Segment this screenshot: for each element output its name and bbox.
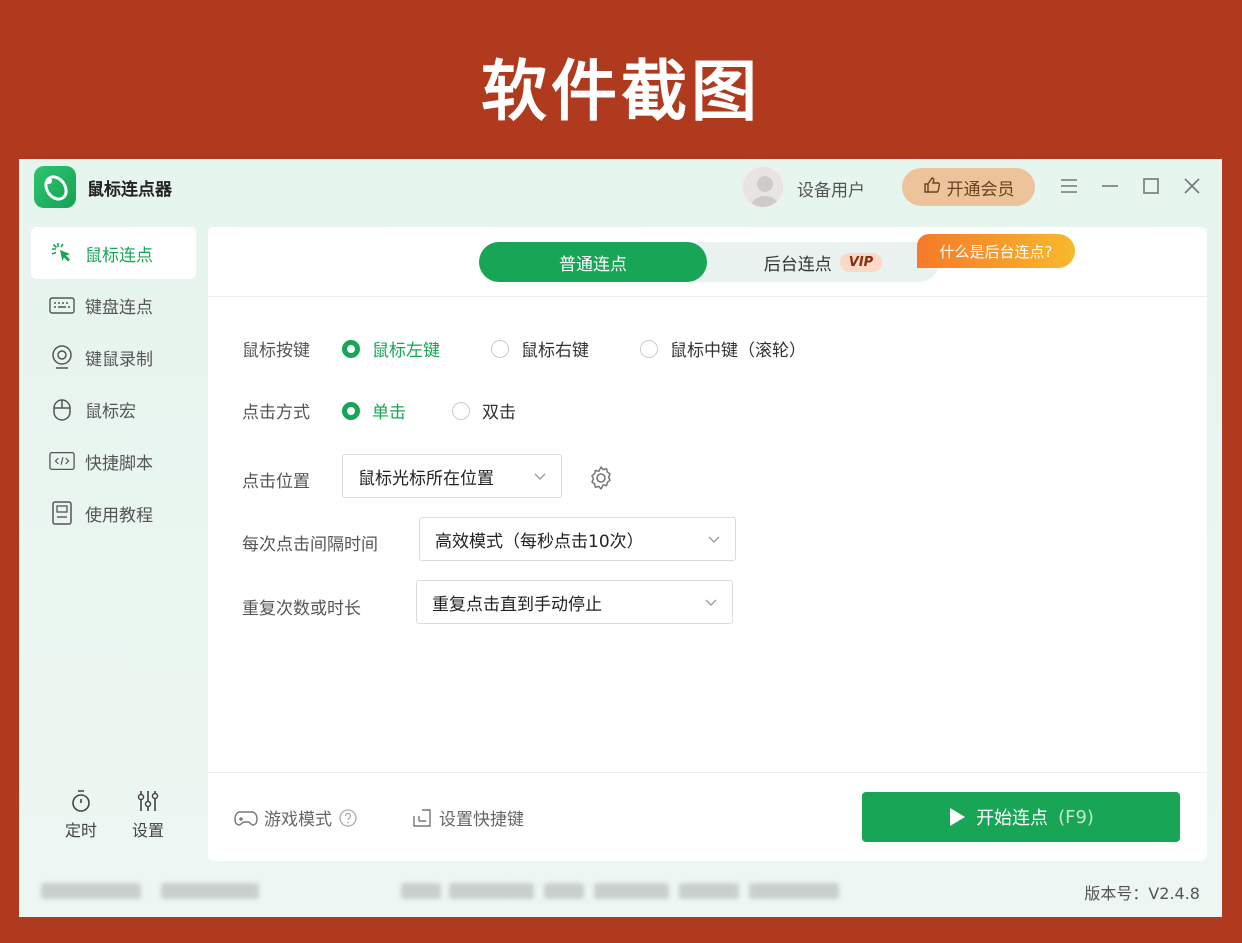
app-window: 鼠标连点器 设备用户 开通会员 鼠标连点 键盘连点 键鼠录制 鼠标宏 快捷脚本 … bbox=[19, 159, 1222, 917]
shortcut-settings-link[interactable]: 设置快捷键 bbox=[411, 805, 524, 830]
sidebar-item-label: 鼠标宏 bbox=[85, 401, 136, 422]
click-mode-label: 点击方式 bbox=[242, 403, 310, 423]
sidebar-item-label: 快捷脚本 bbox=[85, 453, 153, 474]
gear-icon[interactable] bbox=[586, 463, 616, 493]
help-icon[interactable] bbox=[338, 808, 358, 828]
tab-normal-click[interactable]: 普通连点 bbox=[479, 242, 707, 282]
radio-left-button[interactable]: 鼠标左键 bbox=[342, 336, 440, 361]
radio-dot bbox=[342, 339, 360, 358]
record-icon bbox=[49, 344, 75, 370]
main-panel: 普通连点 后台连点 VIP 什么是后台连点? 鼠标按键 鼠标左键 鼠标右键 鼠标… bbox=[208, 227, 1207, 861]
radio-label: 鼠标左键 bbox=[372, 341, 440, 361]
sidebar-item-label: 使用教程 bbox=[85, 505, 153, 526]
select-value: 鼠标光标所在位置 bbox=[358, 468, 494, 489]
blurred-text bbox=[401, 883, 441, 899]
avatar[interactable] bbox=[741, 165, 785, 209]
repeat-label: 重复次数或时长 bbox=[242, 599, 361, 619]
blurred-text bbox=[161, 883, 259, 899]
open-vip-button[interactable]: 开通会员 bbox=[902, 168, 1035, 206]
maximize-icon[interactable] bbox=[1136, 171, 1166, 201]
interval-label: 每次点击间隔时间 bbox=[242, 535, 378, 555]
app-logo-icon bbox=[34, 166, 76, 208]
mouse-icon bbox=[49, 396, 75, 422]
sidebar-item-keyboard-click[interactable]: 键盘连点 bbox=[31, 279, 196, 331]
settings-label: 设置 bbox=[131, 821, 164, 840]
play-icon bbox=[950, 808, 966, 826]
sidebar-item-tutorial[interactable]: 使用教程 bbox=[31, 487, 196, 539]
radio-label: 鼠标右键 bbox=[521, 341, 589, 361]
mode-tabs: 普通连点 后台连点 VIP bbox=[479, 242, 939, 282]
close-icon[interactable] bbox=[1177, 171, 1207, 201]
version-label: 版本号：V2.4.8 bbox=[1084, 884, 1200, 903]
app-title: 鼠标连点器 bbox=[87, 180, 172, 200]
radio-middle-button[interactable]: 鼠标中键（滚轮） bbox=[640, 336, 806, 361]
divider bbox=[208, 296, 1207, 297]
radio-label: 单击 bbox=[372, 403, 406, 423]
blurred-text bbox=[41, 883, 141, 899]
blurred-text bbox=[749, 883, 839, 899]
interval-select[interactable]: 高效模式（每秒点击10次） bbox=[419, 517, 736, 561]
sliders-icon bbox=[123, 789, 173, 817]
keyboard-icon bbox=[49, 292, 75, 318]
select-value: 重复点击直到手动停止 bbox=[432, 594, 602, 615]
blurred-text bbox=[594, 883, 669, 899]
divider bbox=[208, 772, 1207, 773]
radio-label: 鼠标中键（滚轮） bbox=[670, 341, 806, 361]
timer-button[interactable]: 定时 bbox=[56, 789, 106, 841]
thumbs-up-icon bbox=[923, 176, 941, 199]
shortcut-icon bbox=[413, 808, 431, 827]
repeat-select[interactable]: 重复点击直到手动停止 bbox=[416, 580, 733, 624]
sidebar-item-mouse-macro[interactable]: 鼠标宏 bbox=[31, 383, 196, 435]
game-mode-toggle[interactable]: 游戏模式 bbox=[234, 805, 358, 830]
sidebar-item-recording[interactable]: 键鼠录制 bbox=[31, 331, 196, 383]
radio-right-button[interactable]: 鼠标右键 bbox=[491, 336, 589, 361]
sidebar-item-quick-script[interactable]: 快捷脚本 bbox=[31, 435, 196, 487]
radio-single-click[interactable]: 单击 bbox=[342, 398, 406, 423]
user-name[interactable]: 设备用户 bbox=[797, 176, 865, 201]
radio-dot bbox=[640, 339, 658, 358]
vip-badge: VIP bbox=[839, 252, 883, 272]
sidebar-item-label: 键鼠录制 bbox=[85, 349, 153, 370]
radio-label: 双击 bbox=[482, 403, 516, 423]
chevron-down-icon bbox=[708, 536, 720, 543]
timer-label: 定时 bbox=[64, 821, 97, 840]
what-is-background-tip[interactable]: 什么是后台连点? bbox=[917, 234, 1075, 268]
menu-icon[interactable] bbox=[1054, 171, 1084, 201]
click-position-select[interactable]: 鼠标光标所在位置 bbox=[342, 454, 562, 498]
sidebar-item-label: 鼠标连点 bbox=[85, 245, 153, 266]
banner-title: 软件截图 bbox=[481, 53, 761, 130]
sidebar: 鼠标连点 键盘连点 键鼠录制 鼠标宏 快捷脚本 使用教程 bbox=[31, 227, 196, 539]
blurred-text bbox=[679, 883, 739, 899]
radio-double-click[interactable]: 双击 bbox=[452, 398, 516, 423]
tab-background-click[interactable]: 后台连点 VIP bbox=[707, 242, 939, 282]
blurred-text bbox=[544, 883, 584, 899]
start-hotkey: (F9) bbox=[1058, 806, 1094, 828]
blurred-text bbox=[449, 883, 534, 899]
tutorial-icon bbox=[49, 500, 75, 526]
sidebar-item-label: 键盘连点 bbox=[85, 297, 153, 318]
radio-dot bbox=[342, 401, 360, 420]
shortcut-label: 设置快捷键 bbox=[439, 810, 524, 830]
click-position-label: 点击位置 bbox=[242, 472, 310, 492]
sidebar-item-mouse-click[interactable]: 鼠标连点 bbox=[31, 227, 196, 279]
timer-icon bbox=[56, 789, 106, 817]
chevron-down-icon bbox=[705, 599, 717, 606]
radio-dot bbox=[491, 339, 509, 358]
game-mode-label: 游戏模式 bbox=[264, 810, 332, 830]
start-label: 开始连点 bbox=[976, 808, 1049, 829]
gamepad-icon bbox=[234, 810, 258, 826]
radio-dot bbox=[452, 401, 470, 420]
select-value: 高效模式（每秒点击10次） bbox=[435, 531, 644, 552]
cursor-click-icon bbox=[49, 240, 75, 266]
status-bar: 版本号：V2.4.8 bbox=[19, 875, 1222, 905]
start-clicking-button[interactable]: 开始连点 (F9) bbox=[862, 792, 1180, 842]
minimize-icon[interactable] bbox=[1095, 171, 1125, 201]
tab-background-label: 后台连点 bbox=[763, 254, 832, 275]
chevron-down-icon bbox=[534, 473, 546, 480]
open-vip-label: 开通会员 bbox=[946, 179, 1015, 200]
mouse-button-label: 鼠标按键 bbox=[242, 341, 310, 361]
code-icon bbox=[49, 448, 75, 474]
settings-button[interactable]: 设置 bbox=[123, 789, 173, 841]
